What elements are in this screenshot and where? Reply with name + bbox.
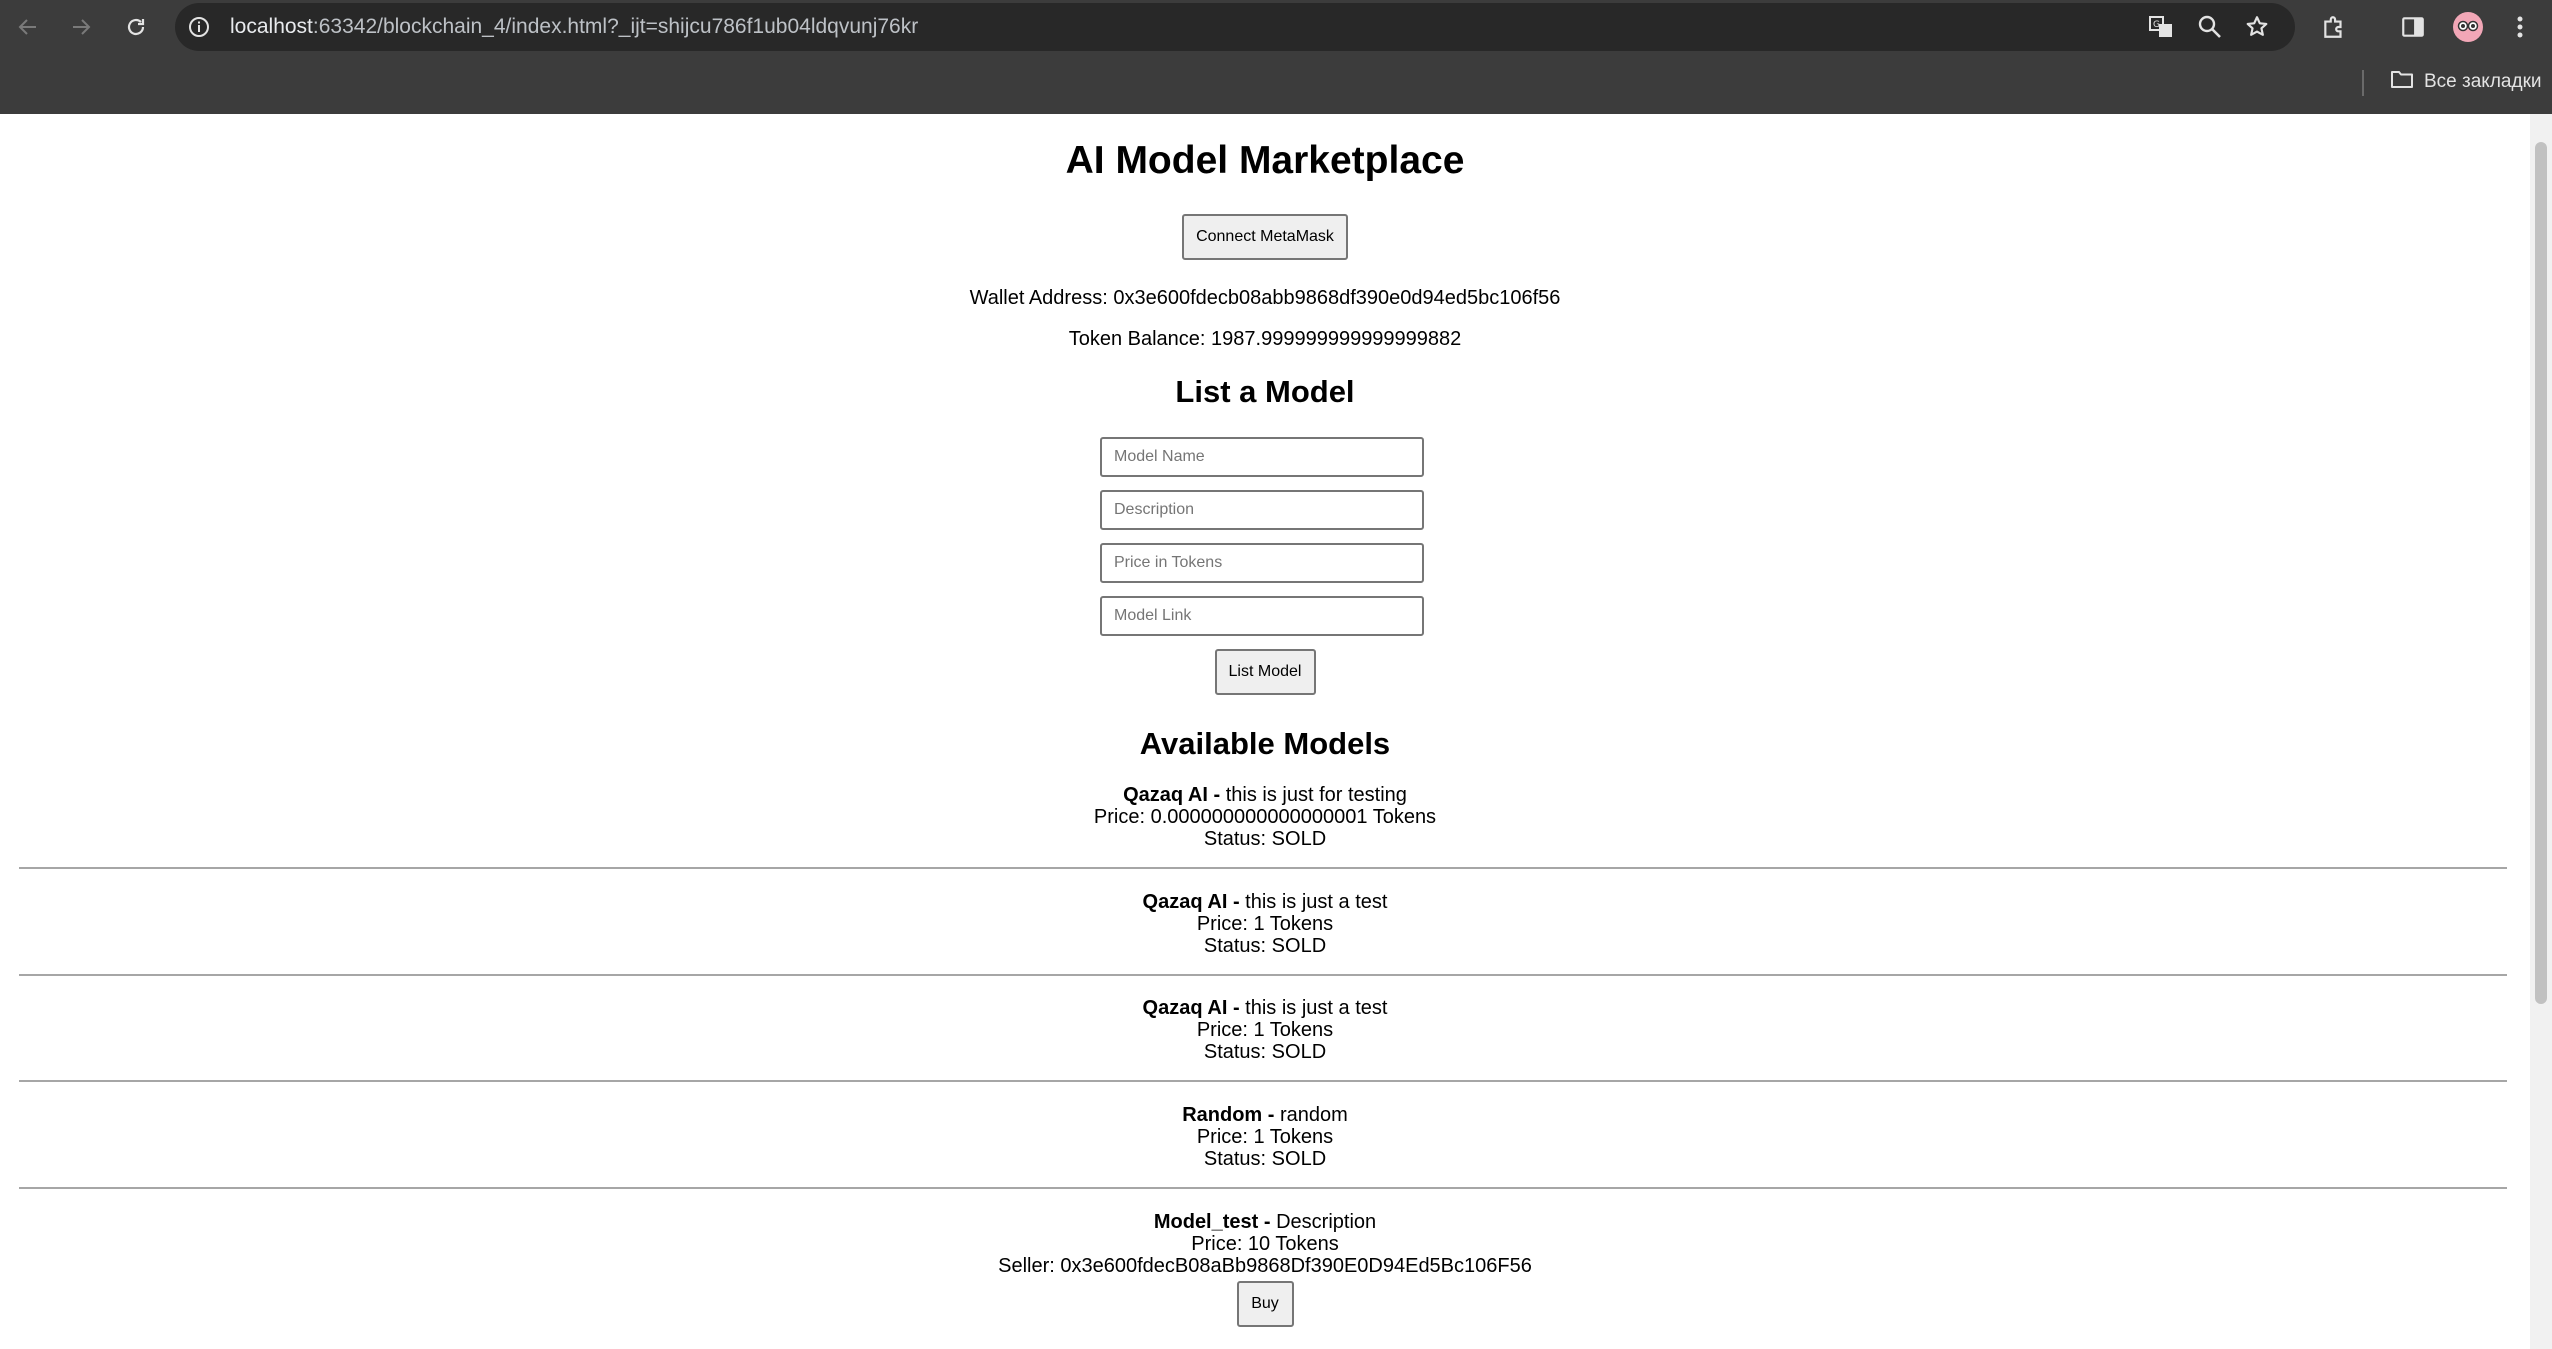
price-input[interactable] (1100, 543, 1424, 583)
zoom-icon[interactable] (2196, 13, 2224, 41)
token-balance-line: Token Balance: 1987.999999999999999882 (0, 328, 2530, 350)
model-price: Price: 1 Tokens (1196, 1126, 1334, 1148)
all-bookmarks-button[interactable]: Все закладки (2390, 67, 2542, 97)
folder-icon (2390, 69, 2414, 95)
model-price: Price: 1 Tokens (1196, 913, 1334, 935)
page-viewport: AI Model Marketplace Connect MetaMask Wa… (0, 114, 2530, 1349)
model-name: Qazaq AI (1123, 784, 1208, 806)
list-model-heading: List a Model (1175, 374, 1355, 409)
side-panel-icon[interactable] (2396, 10, 2430, 44)
model-description: this is just for testing (1225, 784, 1407, 806)
wallet-address-value: 0x3e600fdecb08abb9868df390e0d94ed5bc106f… (1113, 287, 1561, 309)
model-divider (19, 867, 2507, 869)
model-list-item: Model_test - Description Price: 10 Token… (0, 1211, 2530, 1327)
model-list-item: Random - random Price: 1 Tokens Status: … (0, 1104, 2530, 1170)
model-seller: Seller: 0x3e600fdecB08aBb9868Df390E0D94E… (998, 1255, 1532, 1277)
buy-button[interactable]: Buy (1236, 1281, 1294, 1327)
model-link-input[interactable] (1100, 596, 1424, 636)
bookmark-star-icon[interactable] (2243, 13, 2271, 41)
extensions-icon[interactable] (2317, 10, 2351, 44)
model-price: Price: 0.000000000000000001 Tokens (1093, 806, 1437, 828)
model-divider (19, 974, 2507, 976)
connect-metamask-button[interactable]: Connect MetaMask (1182, 214, 1348, 260)
model-separator: - (1227, 891, 1246, 913)
model-separator: - (1258, 1211, 1277, 1233)
model-description: this is just a test (1245, 997, 1388, 1019)
address-bar[interactable]: localhost:63342/blockchain_4/index.html?… (175, 3, 2295, 51)
model-separator: - (1227, 997, 1246, 1019)
model-status: Status: SOLD (1203, 1148, 1327, 1170)
url-path: :63342/blockchain_4/index.html?_ijt=shij… (312, 15, 919, 38)
model-separator: - (1207, 784, 1226, 806)
bookmarks-separator (2362, 70, 2364, 96)
model-list-item: Qazaq AI - this is just a test Price: 1 … (0, 997, 2530, 1063)
model-separator: - (1262, 1104, 1280, 1126)
model-name: Qazaq AI (1142, 997, 1228, 1019)
site-info-icon[interactable] (187, 15, 211, 39)
profile-avatar[interactable] (2451, 10, 2485, 44)
model-list-item: Qazaq AI - this is just for testing Pric… (0, 784, 2530, 850)
more-menu-icon[interactable] (2503, 10, 2537, 44)
model-divider (19, 1187, 2507, 1189)
description-input[interactable] (1100, 490, 1424, 530)
model-status: Status: SOLD (1203, 828, 1327, 850)
model-divider (19, 1080, 2507, 1082)
reload-icon[interactable] (119, 10, 153, 44)
bookmarks-bar: Все закладки (0, 58, 2552, 114)
page-title: AI Model Marketplace (1065, 139, 1465, 182)
forward-arrow-icon[interactable] (64, 10, 98, 44)
wallet-address-line: Wallet Address: 0x3e600fdecb08abb9868df3… (0, 287, 2530, 309)
token-balance-label: Token Balance: (1068, 328, 1206, 350)
model-status: Status: SOLD (1203, 935, 1327, 957)
model-name-input[interactable] (1100, 437, 1424, 477)
token-balance-value: 1987.999999999999999882 (1211, 328, 1462, 350)
back-arrow-icon[interactable] (11, 10, 45, 44)
available-models-heading: Available Models (1139, 726, 1391, 761)
svg-text:G: G (2153, 20, 2160, 30)
model-description: this is just a test (1245, 891, 1388, 913)
model-list-item: Qazaq AI - this is just a test Price: 1 … (0, 891, 2530, 957)
url-host: localhost (230, 15, 313, 38)
list-model-button[interactable]: List Model (1214, 649, 1316, 695)
browser-chrome: localhost:63342/blockchain_4/index.html?… (0, 0, 2552, 114)
translate-icon[interactable]: G (2147, 13, 2175, 41)
scrollbar-thumb[interactable] (2535, 142, 2547, 1004)
model-name: Model_test (1153, 1211, 1259, 1233)
url-text[interactable]: localhost:63342/blockchain_4/index.html?… (230, 15, 918, 39)
model-description: Description (1276, 1211, 1377, 1233)
model-name: Qazaq AI (1142, 891, 1228, 913)
all-bookmarks-label: Все закладки (2424, 71, 2542, 92)
model-name: Random (1182, 1104, 1263, 1126)
model-price: Price: 1 Tokens (1196, 1019, 1334, 1041)
model-status: Status: SOLD (1203, 1041, 1327, 1063)
model-price: Price: 10 Tokens (1191, 1233, 1339, 1255)
page-scrollbar[interactable] (2530, 114, 2552, 1349)
wallet-address-label: Wallet Address: (969, 287, 1108, 309)
model-description: random (1279, 1104, 1348, 1126)
